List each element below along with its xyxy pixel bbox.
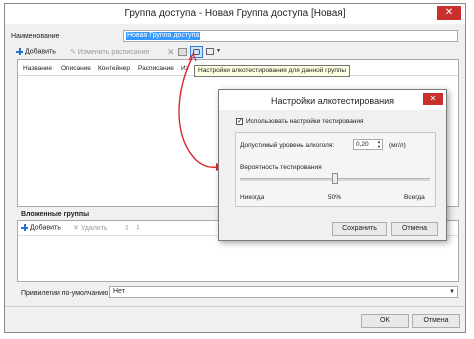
probability-label: Вероятность тестирования bbox=[240, 164, 322, 171]
spinner-icon[interactable]: ▲ ▼ bbox=[377, 139, 381, 149]
alcohol-level-input[interactable]: 0,20 ▲ ▼ bbox=[353, 139, 383, 150]
testing-settings-group: Допустимый уровень алкоголя: 0,20 ▲ ▼ (мг… bbox=[235, 132, 436, 207]
alcohol-unit-label: (мг/л) bbox=[389, 142, 406, 149]
dialog-cancel-button[interactable]: Отмена bbox=[391, 222, 438, 236]
alcohol-level-value: 0,20 bbox=[356, 141, 369, 148]
alcohol-level-label: Допустимый уровень алкоголя: bbox=[240, 142, 335, 149]
dialog-title-bar: Настройки алкотестирования ✕ bbox=[219, 90, 446, 110]
slider-min-label: Никогда bbox=[240, 194, 265, 201]
use-testing-checkbox[interactable]: ✓ bbox=[236, 118, 243, 125]
probability-slider-thumb[interactable] bbox=[332, 173, 338, 184]
dialog-close-button[interactable]: ✕ bbox=[423, 93, 443, 105]
slider-max-label: Всегда bbox=[404, 194, 425, 201]
dialog-title: Настройки алкотестирования bbox=[271, 96, 394, 106]
slider-mid-label: 50% bbox=[328, 194, 342, 201]
use-testing-label: Использовать настройки тестирования bbox=[246, 118, 364, 125]
arrow-tip-top bbox=[188, 52, 197, 62]
arrow-curve bbox=[178, 57, 221, 169]
alcotest-settings-dialog: Настройки алкотестирования ✕ ✓ Использов… bbox=[218, 89, 447, 241]
dialog-save-button[interactable]: Сохранить bbox=[332, 222, 387, 236]
